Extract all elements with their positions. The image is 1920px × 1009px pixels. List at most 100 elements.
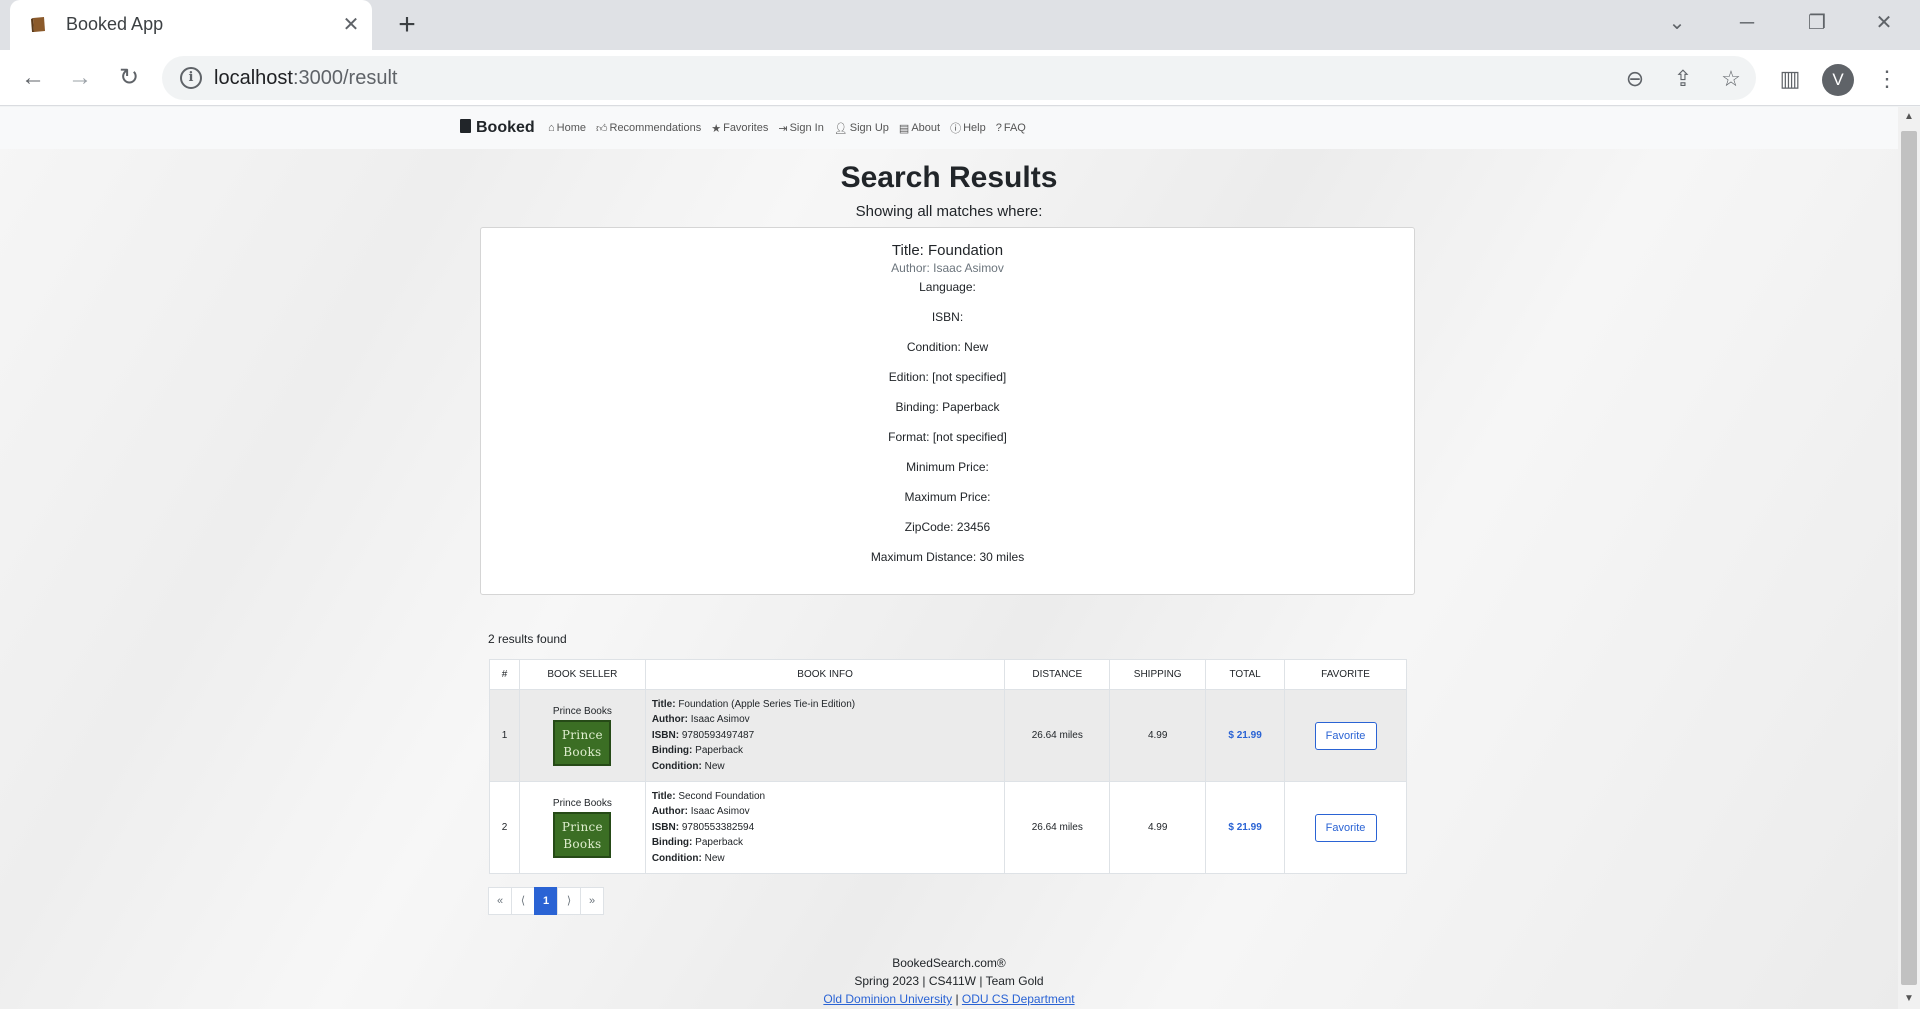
seller-logo[interactable]: Prince Books — [553, 811, 612, 858]
nav-favorites[interactable]: ★ Favorites — [711, 120, 768, 136]
scroll-down-icon[interactable]: ▼ — [1898, 991, 1920, 1007]
odu-link[interactable]: Old Dominion University — [823, 992, 952, 1006]
page-first-button[interactable]: « — [488, 887, 512, 915]
col-header-favorite: FAVORITE — [1284, 659, 1407, 690]
brand-link[interactable]: Booked — [460, 119, 535, 137]
col-header-total: TOTAL — [1205, 659, 1286, 690]
scroll-up-icon[interactable]: ▲ — [1898, 109, 1920, 125]
book-author: Isaac Asimov — [690, 806, 750, 818]
minimize-icon[interactable]: ─ — [1727, 8, 1767, 38]
id-card-icon: ▤ — [898, 122, 910, 135]
col-header-seller: BOOK SELLER — [518, 659, 646, 690]
book-title: Second Foundation — [678, 790, 766, 802]
nav-recommendations[interactable]: 👍︎ Recommendations — [596, 120, 701, 136]
tab-search-icon[interactable]: ⌄ — [1657, 8, 1697, 38]
new-tab-button[interactable]: + — [390, 8, 424, 42]
brand-label: Booked — [476, 119, 535, 136]
menu-kebab-icon[interactable]: ⋮ — [1872, 64, 1902, 94]
nav-about[interactable]: ▤ About — [899, 120, 940, 136]
address-bar[interactable]: i localhost:3000/result — [162, 56, 1756, 100]
zoom-out-icon[interactable]: ⊖ — [1620, 64, 1650, 94]
side-panel-icon[interactable]: ▥ — [1775, 64, 1805, 94]
seller-logo-line1: Prince — [561, 819, 603, 834]
thumbs-up-icon: 👍︎ — [596, 122, 608, 135]
page-last-button[interactable]: » — [580, 887, 604, 915]
page-next-button[interactable]: ⟩ — [557, 887, 581, 915]
nav-sign-in[interactable]: ⇥ Sign In — [778, 120, 823, 136]
book-isbn-line: ISBN: 9780593497487 — [652, 728, 1005, 744]
home-icon: ⌂ — [548, 122, 555, 134]
book-condition-line: Condition: New — [652, 851, 1005, 867]
criteria-min-price: Minimum Price: — [906, 460, 989, 474]
author-label: Author: — [651, 714, 688, 726]
nav-about-label: About — [911, 122, 941, 134]
share-icon[interactable]: ⇪ — [1668, 64, 1698, 94]
page-prev-button[interactable]: ⟨ — [511, 887, 535, 915]
seller-name[interactable]: Prince Books — [520, 798, 645, 809]
browser-tab[interactable]: Booked App ✕ — [10, 0, 372, 50]
criteria-max-distance: Maximum Distance: 30 miles — [870, 550, 1025, 564]
seller-name[interactable]: Prince Books — [520, 706, 645, 717]
nav-help-label: Help — [963, 122, 986, 134]
book-icon — [460, 119, 471, 133]
profile-avatar[interactable]: V — [1822, 64, 1854, 96]
close-tab-icon[interactable]: ✕ — [338, 12, 364, 38]
page-current-button[interactable]: 1 — [534, 887, 558, 915]
page-scrollbar[interactable]: ▲ ▼ — [1898, 107, 1920, 1009]
footer-course: Spring 2023 | CS411W | Team Gold — [854, 974, 1044, 988]
nav-home[interactable]: ⌂ Home — [548, 120, 586, 136]
results-count: 2 results found — [488, 632, 567, 646]
distance-cell: 26.64 miles — [1004, 689, 1111, 782]
seller-logo-line1: Prince — [561, 727, 603, 742]
bookmark-star-icon[interactable]: ☆ — [1716, 64, 1746, 94]
col-header-distance: DISTANCE — [1004, 659, 1111, 690]
star-icon: ★ — [711, 122, 722, 135]
site-info-icon[interactable]: i — [180, 67, 202, 89]
seller-logo[interactable]: Prince Books — [553, 719, 612, 766]
shipping-cell: 4.99 — [1109, 781, 1207, 874]
isbn-label: ISBN: — [651, 729, 680, 741]
scrollbar-thumb[interactable] — [1901, 131, 1917, 985]
nav-faq[interactable]: ? FAQ — [996, 120, 1026, 136]
nav-help[interactable]: ⓘ Help — [950, 120, 986, 136]
forward-icon[interactable]: → — [63, 61, 97, 95]
reload-icon[interactable]: ↻ — [112, 61, 146, 95]
book-condition: New — [704, 852, 725, 864]
seller-logo-line2: Books — [563, 836, 602, 851]
condition-label: Condition: — [651, 852, 702, 864]
nav-sign-up[interactable]: 👤︎ Sign Up — [834, 120, 889, 136]
footer-copyright: BookedSearch.com® — [892, 956, 1006, 970]
criteria-isbn: ISBN: — [931, 310, 964, 324]
book-title: Foundation (Apple Series Tie-in Edition) — [678, 698, 856, 710]
favorite-button[interactable]: Favorite — [1314, 721, 1377, 750]
nav-sign-up-label: Sign Up — [849, 122, 889, 134]
favorite-cell: Favorite — [1284, 689, 1407, 782]
total-cell: $ 21.99 — [1205, 689, 1286, 782]
book-favicon-icon — [31, 17, 45, 32]
back-icon[interactable]: ← — [16, 61, 50, 95]
book-binding: Paperback — [695, 745, 743, 757]
book-isbn-line: ISBN: 9780553382594 — [652, 820, 1005, 836]
col-header-info: BOOK INFO — [644, 659, 1006, 690]
restore-icon[interactable]: ❐ — [1797, 8, 1837, 38]
favorite-button[interactable]: Favorite — [1314, 813, 1377, 842]
total-cell: $ 21.99 — [1205, 781, 1286, 874]
page-subtitle: Showing all matches where: — [855, 203, 1043, 220]
distance-cell: 26.64 miles — [1004, 781, 1111, 874]
col-header-shipping: SHIPPING — [1109, 659, 1207, 690]
url-host: localhost — [214, 67, 293, 89]
site-footer: BookedSearch.com® Spring 2023 | CS411W |… — [0, 954, 1898, 1008]
book-author-line: Author: Isaac Asimov — [652, 804, 1005, 820]
footer-links: Old Dominion University | ODU CS Departm… — [0, 990, 1898, 1008]
seller-logo-line2: Books — [563, 744, 602, 759]
criteria-condition: Condition: New — [906, 340, 989, 354]
book-binding: Paperback — [695, 837, 743, 849]
book-title-line: Title: Second Foundation — [652, 789, 1005, 805]
window-close-icon[interactable]: ✕ — [1864, 8, 1904, 38]
url-text[interactable]: localhost:3000/result — [214, 67, 397, 90]
odu-cs-link[interactable]: ODU CS Department — [962, 992, 1075, 1006]
search-criteria-card: Title: Foundation Author: Isaac Asimov L… — [480, 227, 1415, 595]
row-number: 2 — [489, 781, 520, 874]
criteria-zipcode: ZipCode: 23456 — [904, 520, 991, 534]
tab-title: Booked App — [66, 14, 164, 34]
